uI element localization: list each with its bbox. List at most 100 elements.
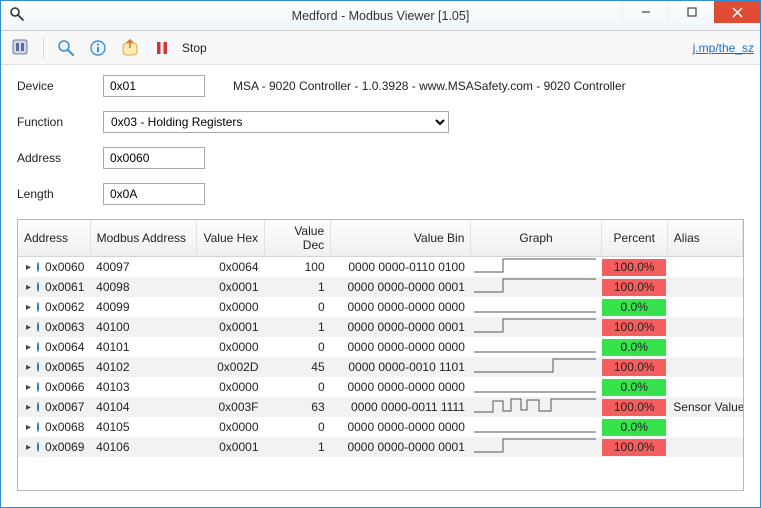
- cell-value-dec: 0: [265, 337, 331, 357]
- minimize-button[interactable]: [622, 1, 668, 23]
- cell-alias: [667, 317, 742, 337]
- status-dot-icon: [37, 382, 39, 392]
- cell-modbus-address: 40099: [90, 297, 196, 317]
- cell-percent: 100.0%: [602, 399, 666, 416]
- expand-icon[interactable]: ▸: [26, 362, 31, 373]
- cell-value-bin: 0000 0000-0011 1111: [331, 397, 471, 417]
- expand-icon[interactable]: ▸: [26, 442, 31, 453]
- expand-icon[interactable]: ▸: [26, 342, 31, 353]
- expand-icon[interactable]: ▸: [26, 422, 31, 433]
- col-modbus-address[interactable]: Modbus Address: [90, 220, 196, 257]
- cell-alias: [667, 297, 742, 317]
- cell-modbus-address: 40103: [90, 377, 196, 397]
- cell-value-dec: 1: [265, 277, 331, 297]
- table-row[interactable]: ▸0x0068401050x000000000 0000-0000 00000.…: [18, 417, 743, 437]
- cell-graph: [471, 277, 601, 297]
- cell-value-hex: 0x0000: [196, 417, 264, 437]
- col-address[interactable]: Address: [18, 220, 90, 257]
- cell-address: 0x0060: [45, 260, 84, 274]
- address-label: Address: [17, 151, 75, 165]
- cell-value-hex: 0x003F: [196, 397, 264, 417]
- cell-modbus-address: 40100: [90, 317, 196, 337]
- cell-percent: 0.0%: [602, 299, 666, 316]
- expand-icon[interactable]: ▸: [26, 322, 31, 333]
- table-row[interactable]: ▸0x0067401040x003F630000 0000-0011 11111…: [18, 397, 743, 417]
- length-input[interactable]: [103, 183, 205, 205]
- cell-alias: [667, 277, 742, 297]
- status-dot-icon: [37, 262, 39, 272]
- col-value-dec[interactable]: Value Dec: [265, 220, 331, 257]
- device-input[interactable]: [103, 75, 205, 97]
- col-alias[interactable]: Alias: [667, 220, 742, 257]
- cell-value-dec: 0: [265, 417, 331, 437]
- function-select[interactable]: 0x03 - Holding Registers: [103, 111, 449, 133]
- expand-icon[interactable]: ▸: [26, 262, 31, 273]
- col-value-hex[interactable]: Value Hex: [196, 220, 264, 257]
- cell-value-bin: 0000 0000-0000 0000: [331, 337, 471, 357]
- cell-value-dec: 1: [265, 437, 331, 457]
- cell-value-bin: 0000 0000-0110 0100: [331, 257, 471, 278]
- register-grid: Address Modbus Address Value Hex Value D…: [17, 219, 744, 491]
- stop-button[interactable]: [148, 35, 176, 61]
- cell-value-dec: 0: [265, 297, 331, 317]
- table-row[interactable]: ▸0x0063401000x000110000 0000-0000 000110…: [18, 317, 743, 337]
- table-row[interactable]: ▸0x0064401010x000000000 0000-0000 00000.…: [18, 337, 743, 357]
- cell-modbus-address: 40101: [90, 337, 196, 357]
- cell-alias: [667, 337, 742, 357]
- cell-graph: [471, 417, 601, 437]
- table-row[interactable]: ▸0x0060400970x00641000000 0000-0110 0100…: [18, 257, 743, 278]
- table-row[interactable]: ▸0x0069401060x000110000 0000-0000 000110…: [18, 437, 743, 457]
- search-button[interactable]: [52, 35, 80, 61]
- app-icon: [9, 6, 25, 25]
- table-row[interactable]: ▸0x0065401020x002D450000 0000-0010 11011…: [18, 357, 743, 377]
- cell-modbus-address: 40097: [90, 257, 196, 278]
- address-input[interactable]: [103, 147, 205, 169]
- cell-value-bin: 0000 0000-0010 1101: [331, 357, 471, 377]
- cell-graph: [471, 257, 601, 278]
- cell-percent: 100.0%: [602, 319, 666, 336]
- table-row[interactable]: ▸0x0062400990x000000000 0000-0000 00000.…: [18, 297, 743, 317]
- cell-modbus-address: 40105: [90, 417, 196, 437]
- vendor-link[interactable]: j.mp/the_sz: [693, 41, 754, 55]
- col-value-bin[interactable]: Value Bin: [331, 220, 471, 257]
- cell-value-bin: 0000 0000-0000 0000: [331, 417, 471, 437]
- cell-modbus-address: 40102: [90, 357, 196, 377]
- cell-graph: [471, 317, 601, 337]
- table-row[interactable]: ▸0x0061400980x000110000 0000-0000 000110…: [18, 277, 743, 297]
- table-row[interactable]: ▸0x0066401030x000000000 0000-0000 00000.…: [18, 377, 743, 397]
- cell-graph: [471, 397, 601, 417]
- close-button[interactable]: [714, 1, 760, 23]
- status-dot-icon: [37, 402, 39, 412]
- cell-value-bin: 0000 0000-0000 0001: [331, 317, 471, 337]
- cell-graph: [471, 357, 601, 377]
- status-dot-icon: [37, 422, 39, 432]
- expand-icon[interactable]: ▸: [26, 402, 31, 413]
- cell-address: 0x0063: [45, 320, 84, 334]
- expand-icon[interactable]: ▸: [26, 302, 31, 313]
- cell-address: 0x0065: [45, 360, 84, 374]
- cell-value-bin: 0000 0000-0000 0001: [331, 277, 471, 297]
- cell-alias: [667, 357, 742, 377]
- cell-address: 0x0068: [45, 420, 84, 434]
- cell-value-dec: 0: [265, 377, 331, 397]
- col-percent[interactable]: Percent: [601, 220, 667, 257]
- cell-percent: 100.0%: [602, 439, 666, 456]
- status-dot-icon: [37, 302, 39, 312]
- expand-icon[interactable]: ▸: [26, 282, 31, 293]
- device-label: Device: [17, 79, 75, 93]
- export-button[interactable]: [116, 35, 144, 61]
- cell-value-hex: 0x0001: [196, 277, 264, 297]
- cell-percent: 100.0%: [602, 259, 666, 276]
- cell-value-dec: 100: [265, 257, 331, 278]
- length-label: Length: [17, 187, 75, 201]
- status-dot-icon: [37, 362, 39, 372]
- cell-graph: [471, 437, 601, 457]
- connect-button[interactable]: [7, 35, 35, 61]
- maximize-button[interactable]: [668, 1, 714, 23]
- expand-icon[interactable]: ▸: [26, 382, 31, 393]
- form-area: Device MSA - 9020 Controller - 1.0.3928 …: [1, 65, 760, 219]
- col-graph[interactable]: Graph: [471, 220, 601, 257]
- stop-label: Stop: [182, 41, 207, 55]
- info-button[interactable]: [84, 35, 112, 61]
- cell-percent: 100.0%: [602, 359, 666, 376]
